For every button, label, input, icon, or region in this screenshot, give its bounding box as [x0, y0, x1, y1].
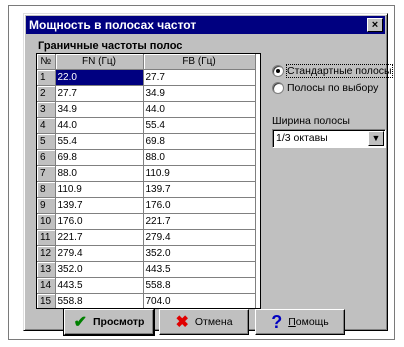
table-row[interactable]: 5 55.4 69.8: [37, 133, 256, 150]
column-header-number: №: [37, 54, 56, 70]
fn-cell[interactable]: 352.0: [55, 261, 144, 278]
band-frequencies-label: Граничные частоты полос: [38, 40, 183, 52]
close-button[interactable]: ×: [367, 18, 383, 32]
table-row[interactable]: 8 110.9 139.7: [37, 181, 256, 198]
fb-cell[interactable]: 221.7: [143, 213, 256, 230]
row-number: 1: [37, 69, 56, 86]
dialog-window: Мощность в полосах частот × Граничные ча…: [23, 13, 393, 336]
row-number: 3: [37, 101, 56, 118]
column-header-fb: FB (Гц): [143, 54, 256, 70]
window-title: Мощность в полосах частот: [29, 18, 197, 32]
fn-cell[interactable]: 69.8: [55, 149, 144, 166]
row-number: 7: [37, 165, 56, 182]
x-icon: ✖: [175, 314, 189, 331]
row-number: 11: [37, 229, 56, 246]
radio-unselected-icon[interactable]: [272, 82, 284, 94]
fn-cell[interactable]: 558.8: [55, 293, 144, 308]
fn-cell[interactable]: 139.7: [55, 197, 144, 214]
close-icon: ×: [371, 19, 379, 31]
bandwidth-value: 1/3 октавы: [276, 132, 328, 144]
fn-cell[interactable]: 88.0: [55, 165, 144, 182]
row-number: 8: [37, 181, 56, 198]
cancel-button[interactable]: ✖ Отмена: [159, 309, 249, 335]
table-row[interactable]: 3 34.9 44.0: [37, 101, 256, 118]
table-row[interactable]: 12 279.4 352.0: [37, 245, 256, 262]
frequency-grid[interactable]: № FN (Гц) FB (Гц) 1 22.0 27.7 2 27.7 34.9 33…: [36, 53, 261, 309]
chevron-down-icon[interactable]: ▼: [368, 131, 384, 146]
radio-custom-bands[interactable]: Полосы по выбору: [272, 81, 378, 95]
row-number: 6: [37, 149, 56, 166]
row-number: 13: [37, 261, 56, 278]
fb-cell[interactable]: 110.9: [143, 165, 256, 182]
table-row[interactable]: 9 139.7 176.0: [37, 197, 256, 214]
column-header-fn: FN (Гц): [55, 54, 144, 70]
fn-cell[interactable]: 55.4: [55, 133, 144, 150]
row-number: 15: [37, 293, 56, 308]
fb-cell[interactable]: 27.7: [143, 69, 256, 86]
row-number: 4: [37, 117, 56, 134]
fn-cell[interactable]: 44.0: [55, 117, 144, 134]
help-button[interactable]: ? Помощь: [255, 309, 345, 335]
fb-cell[interactable]: 139.7: [143, 181, 256, 198]
table-row[interactable]: 1 22.0 27.7: [37, 69, 256, 86]
fb-cell[interactable]: 88.0: [143, 149, 256, 166]
title-bar: Мощность в полосах частот ×: [26, 16, 385, 34]
radio-selected-icon[interactable]: [272, 65, 284, 77]
radio-standard-label: Стандартные полосы: [286, 64, 393, 78]
fb-cell[interactable]: 44.0: [143, 101, 256, 118]
table-row[interactable]: 7 88.0 110.9: [37, 165, 256, 182]
fb-cell[interactable]: 443.5: [143, 261, 256, 278]
table-row[interactable]: 6 69.8 88.0: [37, 149, 256, 166]
fn-cell[interactable]: 443.5: [55, 277, 144, 294]
bandwidth-label: Ширина полосы: [272, 115, 350, 127]
fb-cell[interactable]: 558.8: [143, 277, 256, 294]
radio-standard-bands[interactable]: Стандартные полосы: [272, 64, 393, 78]
fn-cell[interactable]: 279.4: [55, 245, 144, 262]
row-number: 2: [37, 85, 56, 102]
checkmark-icon: ✔: [73, 314, 87, 331]
fn-cell[interactable]: 34.9: [55, 101, 144, 118]
fb-cell[interactable]: 55.4: [143, 117, 256, 134]
fn-cell[interactable]: 22.0: [55, 69, 144, 86]
fb-cell[interactable]: 279.4: [143, 229, 256, 246]
view-button[interactable]: ✔ Просмотр: [63, 308, 155, 336]
fb-cell[interactable]: 176.0: [143, 197, 256, 214]
table-row[interactable]: 15 558.8 704.0: [37, 293, 256, 308]
row-number: 14: [37, 277, 56, 294]
grid-header-row: № FN (Гц) FB (Гц): [37, 54, 256, 70]
table-row[interactable]: 4 44.0 55.4: [37, 117, 256, 134]
fb-cell[interactable]: 704.0: [143, 293, 256, 308]
cancel-button-label: Отмена: [194, 316, 233, 328]
bandwidth-select[interactable]: 1/3 октавы ▼: [272, 129, 386, 148]
question-icon: ?: [271, 311, 283, 332]
fn-cell[interactable]: 176.0: [55, 213, 144, 230]
fb-cell[interactable]: 69.8: [143, 133, 256, 150]
fn-cell[interactable]: 27.7: [55, 85, 144, 102]
row-number: 12: [37, 245, 56, 262]
help-button-label: Помощь: [288, 316, 329, 328]
row-number: 9: [37, 197, 56, 214]
fn-cell[interactable]: 110.9: [55, 181, 144, 198]
table-row[interactable]: 10 176.0 221.7: [37, 213, 256, 230]
table-row[interactable]: 2 27.7 34.9: [37, 85, 256, 102]
view-button-label: Просмотр: [92, 316, 145, 328]
row-number: 10: [37, 213, 56, 230]
table-row[interactable]: 13 352.0 443.5: [37, 261, 256, 278]
fn-cell[interactable]: 221.7: [55, 229, 144, 246]
fb-cell[interactable]: 34.9: [143, 85, 256, 102]
row-number: 5: [37, 133, 56, 150]
radio-custom-label: Полосы по выбору: [287, 82, 379, 94]
table-row[interactable]: 14 443.5 558.8: [37, 277, 256, 294]
table-row[interactable]: 11 221.7 279.4: [37, 229, 256, 246]
fb-cell[interactable]: 352.0: [143, 245, 256, 262]
